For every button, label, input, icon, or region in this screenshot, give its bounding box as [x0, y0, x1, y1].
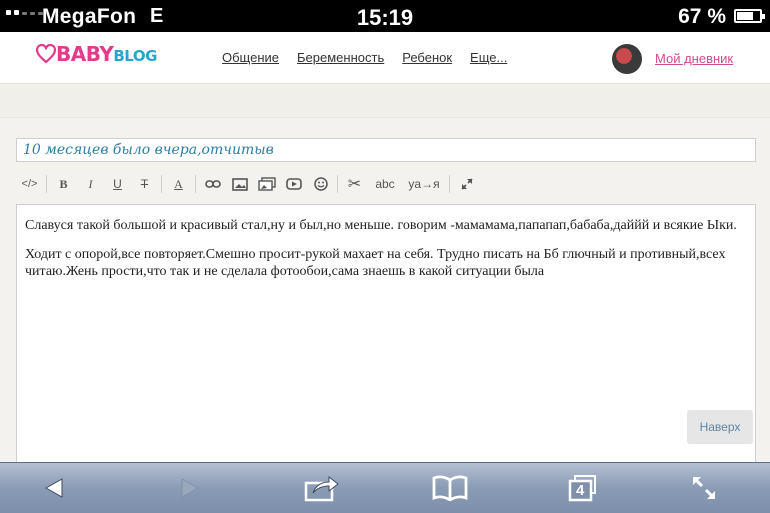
fullscreen-toggle-button[interactable]: [684, 471, 724, 505]
toolbar-divider: [337, 175, 338, 193]
bookmarks-book-icon: [432, 475, 468, 501]
nav-child[interactable]: Ребенок: [402, 50, 452, 65]
fullscreen-icon[interactable]: [453, 172, 480, 196]
italic-icon[interactable]: I: [77, 172, 104, 196]
bold-icon[interactable]: B: [50, 172, 77, 196]
browser-toolbar: 4: [0, 462, 770, 513]
post-body-editor[interactable]: Славуся такой большой и красивый стал,ну…: [16, 204, 756, 464]
logo-text: BABYBLOG: [56, 42, 157, 66]
clock: 15:19: [356, 5, 414, 30]
forward-button[interactable]: [170, 471, 210, 505]
logo-text-main: BABY: [56, 42, 114, 66]
post-editor: 10 месяцев было вчера,отчитыв </> B I U …: [0, 118, 770, 464]
battery-icon: [734, 9, 765, 23]
toolbar-divider: [161, 175, 162, 193]
bookmarks-button[interactable]: [430, 471, 470, 505]
strikethrough-icon[interactable]: T: [131, 172, 158, 196]
back-to-top-button[interactable]: Наверх: [687, 410, 753, 444]
page-title-strip: [0, 85, 770, 118]
nav-pregnancy[interactable]: Беременность: [297, 50, 384, 65]
my-diary-link[interactable]: Мой дневник: [655, 51, 733, 66]
video-icon[interactable]: [280, 172, 307, 196]
battery-percentage: 67 %: [678, 5, 726, 28]
back-arrow-icon: [44, 478, 63, 498]
spellcheck-icon[interactable]: abc: [368, 172, 402, 196]
babyblog-logo[interactable]: BABYBLOG: [36, 42, 157, 66]
smiley-icon[interactable]: [307, 172, 334, 196]
expand-icon: [693, 477, 715, 499]
image-icon[interactable]: [226, 172, 253, 196]
back-button[interactable]: [34, 471, 74, 505]
status-bar: MegaFon E 15:19 67 %: [0, 0, 770, 32]
post-paragraph: Ходит с опорой,все повторяет.Смешно прос…: [25, 247, 726, 279]
text-color-icon[interactable]: A: [165, 172, 192, 196]
main-nav: Общение Беременность Ребенок Еще...: [222, 50, 507, 65]
site-header: BABYBLOG Общение Беременность Ребенок Ещ…: [0, 32, 770, 84]
avatar[interactable]: [612, 44, 642, 74]
tabs-button[interactable]: 4: [562, 471, 602, 505]
tabs-count: 4: [576, 482, 585, 499]
share-icon: [304, 475, 339, 502]
heart-logo-icon: [36, 44, 56, 64]
post-paragraph: Славуся такой большой и красивый стал,ну…: [25, 218, 737, 233]
link-icon[interactable]: [199, 172, 226, 196]
underline-icon[interactable]: U: [104, 172, 131, 196]
editor-toolbar: </> B I U T A ✂ abc ya→я: [16, 170, 756, 198]
logo-text-sub: BLOG: [113, 47, 157, 65]
toolbar-divider: [449, 175, 450, 193]
toolbar-divider: [195, 175, 196, 193]
post-title-input[interactable]: 10 месяцев было вчера,отчитыв: [16, 138, 756, 162]
cut-icon[interactable]: ✂: [341, 172, 368, 196]
forward-arrow-icon: [181, 478, 200, 498]
share-button[interactable]: [302, 471, 342, 505]
transliterate-icon[interactable]: ya→я: [402, 172, 446, 196]
nav-more[interactable]: Еще...: [470, 50, 507, 65]
gallery-icon[interactable]: [253, 172, 280, 196]
code-icon[interactable]: </>: [16, 172, 43, 196]
nav-communication[interactable]: Общение: [222, 50, 279, 65]
toolbar-divider: [46, 175, 47, 193]
